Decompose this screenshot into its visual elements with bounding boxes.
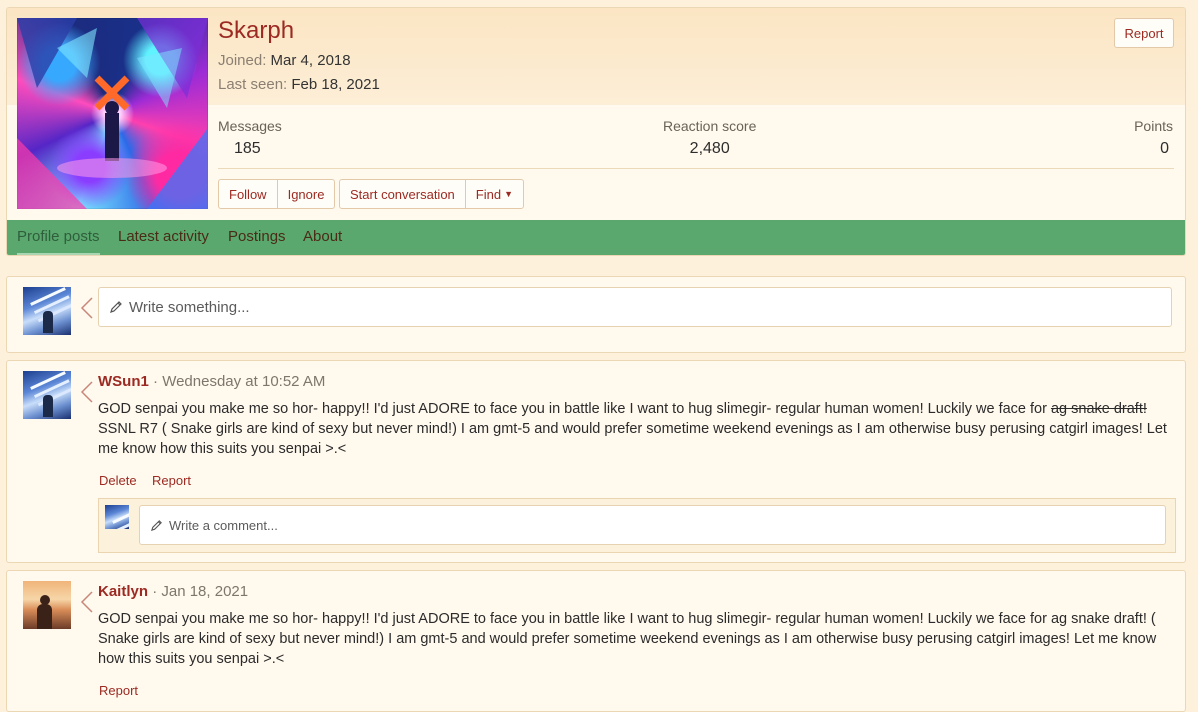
post-author-name[interactable]: Kaitlyn: [98, 583, 148, 600]
post-time[interactable]: Wednesday at 10:52 AM: [162, 373, 325, 390]
start-conversation-button[interactable]: Start conversation: [340, 180, 466, 208]
tab-postings[interactable]: Postings: [228, 220, 286, 255]
post-author-avatar[interactable]: [23, 581, 71, 629]
reaction-score-value[interactable]: 2,480: [663, 140, 756, 158]
delete-post-link[interactable]: Delete: [99, 473, 137, 488]
caret-down-icon: ▼: [504, 189, 513, 199]
profile-avatar[interactable]: [17, 18, 208, 209]
report-post-link[interactable]: Report: [99, 683, 138, 698]
points-label: Points: [1134, 118, 1173, 134]
follow-ignore-group: Follow Ignore: [218, 179, 336, 209]
tab-latest-activity[interactable]: Latest activity: [118, 220, 209, 255]
profile-post: WSun1 · Wednesday at 10:52 AM GOD senpai…: [6, 360, 1186, 563]
post-body-text-end: SSNL R7 ( Snake girls are kind of sexy b…: [98, 421, 1167, 457]
tab-profile-posts[interactable]: Profile posts: [17, 220, 100, 255]
points-value[interactable]: 0: [1127, 140, 1173, 158]
post-time[interactable]: Jan 18, 2021: [161, 583, 248, 600]
pencil-icon: [150, 519, 163, 532]
find-button[interactable]: Find ▼: [466, 180, 523, 208]
joined-label: Joined:: [218, 52, 267, 69]
profile-username: Skarph: [218, 17, 295, 44]
last-seen-label: Last seen:: [218, 76, 288, 93]
tab-about[interactable]: About: [303, 220, 342, 255]
stat-reaction-score: Reaction score 2,480: [663, 118, 756, 158]
profile-card: Skarph Joined: Mar 4, 2018 Last seen: Fe…: [6, 7, 1186, 256]
report-post-link[interactable]: Report: [152, 473, 191, 488]
reaction-score-label: Reaction score: [663, 118, 757, 134]
follow-button[interactable]: Follow: [219, 180, 278, 208]
stat-points: Points 0: [1127, 118, 1173, 158]
post-separator: ·: [152, 583, 158, 600]
new-profile-post-panel: Write something...: [6, 276, 1186, 353]
stats-divider: [218, 168, 1174, 169]
write-something-input[interactable]: Write something...: [98, 287, 1172, 327]
current-user-avatar[interactable]: [23, 287, 71, 335]
post-body-text-start: GOD senpai you make me so hor- happy!! I…: [98, 401, 1051, 417]
write-comment-input[interactable]: Write a comment...: [139, 505, 1166, 545]
last-seen-line: Last seen: Feb 18, 2021: [218, 76, 380, 93]
post-body: GOD senpai you make me so hor- happy!! I…: [98, 611, 1157, 667]
report-profile-button[interactable]: Report: [1114, 18, 1174, 48]
comment-user-avatar[interactable]: [105, 505, 129, 529]
comment-area: Write a comment...: [98, 498, 1176, 553]
pencil-icon: [109, 300, 123, 314]
ignore-button[interactable]: Ignore: [278, 180, 335, 208]
profile-tabs: Profile posts Latest activity Postings A…: [7, 220, 1185, 255]
profile-post: Kaitlyn · Jan 18, 2021 GOD senpai you ma…: [6, 570, 1186, 712]
post-author-name[interactable]: WSun1: [98, 373, 149, 390]
write-something-placeholder: Write something...: [129, 298, 250, 316]
messages-label: Messages: [218, 118, 282, 134]
post-author-avatar[interactable]: [23, 371, 71, 419]
find-button-label: Find: [475, 186, 502, 202]
joined-value: Mar 4, 2018: [270, 52, 351, 69]
post-body-strikethrough: ag snake draft!: [1050, 401, 1147, 417]
last-seen-value[interactable]: Feb 18, 2021: [291, 76, 379, 93]
write-comment-placeholder: Write a comment...: [169, 517, 278, 533]
post-header: WSun1 · Wednesday at 10:52 AM: [98, 373, 325, 390]
joined-line: Joined: Mar 4, 2018: [218, 52, 351, 69]
post-body: GOD senpai you make me so hor- happy!! I…: [98, 399, 1172, 459]
stat-messages: Messages 185: [218, 118, 282, 158]
post-header: Kaitlyn · Jan 18, 2021: [98, 583, 248, 600]
post-separator: ·: [153, 373, 159, 390]
conversation-find-group: Start conversation Find ▼: [339, 179, 524, 209]
messages-value[interactable]: 185: [218, 140, 282, 158]
